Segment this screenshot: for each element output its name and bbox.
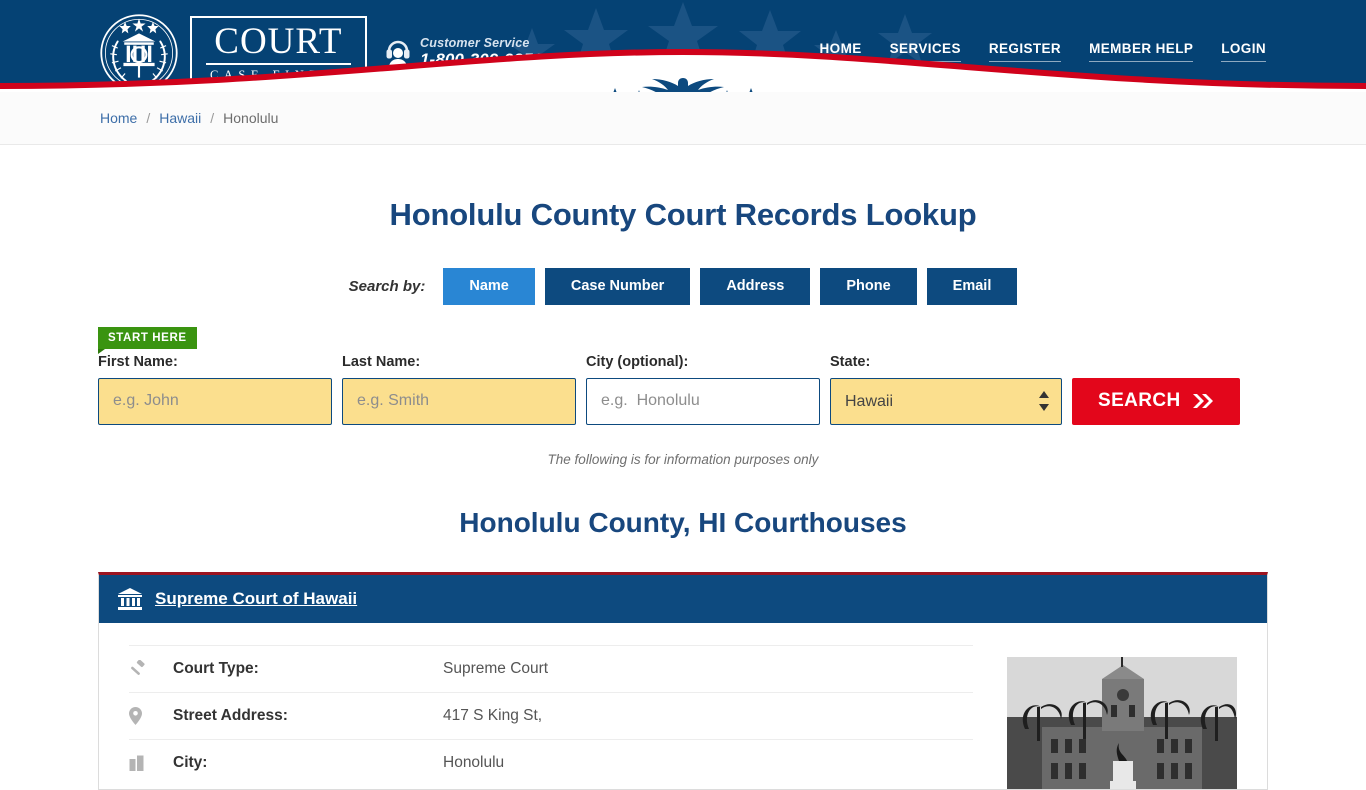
- court-card-header: Supreme Court of Hawaii: [99, 574, 1267, 623]
- gavel-icon: [129, 660, 173, 677]
- city-label: City (optional):: [586, 353, 689, 370]
- courthouse-building-icon: [118, 587, 142, 610]
- site-header: COURT CASE FINDER Customer Service 1-800…: [0, 0, 1366, 92]
- detail-row-city: City: Honolulu: [129, 738, 973, 786]
- page-title: Honolulu County Court Records Lookup: [389, 197, 977, 232]
- city-field-group: City (optional):: [586, 354, 820, 425]
- double-chevron-right-icon: [1192, 394, 1213, 408]
- detail-label: City:: [173, 753, 208, 771]
- detail-value: 417 S King St,: [443, 706, 543, 724]
- breadcrumb-item-hawaii[interactable]: Hawaii: [159, 110, 201, 126]
- tab-address[interactable]: Address: [700, 268, 811, 305]
- court-photo-frame: [1007, 656, 1237, 789]
- state-field-group: State: Hawaii: [830, 354, 1062, 425]
- search-by-label: Search by:: [348, 277, 426, 295]
- first-name-field-group: First Name:: [98, 354, 332, 425]
- breadcrumb-separator: /: [210, 110, 215, 126]
- court-card: Supreme Court of Hawaii Court Type: Supr: [98, 571, 1268, 790]
- last-name-input[interactable]: [342, 377, 576, 425]
- map-pin-icon: [129, 706, 173, 725]
- city-icon: [129, 755, 173, 771]
- start-here-badge: START HERE: [98, 326, 197, 354]
- eagle-emblem-icon: [613, 78, 753, 92]
- state-label: State:: [830, 353, 871, 370]
- first-name-label: First Name:: [98, 353, 178, 370]
- court-name-link[interactable]: Supreme Court of Hawaii: [155, 589, 357, 609]
- search-button-label: SEARCH: [1098, 390, 1181, 411]
- breadcrumb-item-home[interactable]: Home: [100, 110, 137, 126]
- detail-row-court-type: Court Type: Supreme Court: [129, 644, 973, 692]
- disclaimer-text: The following is for information purpose…: [547, 451, 819, 467]
- last-name-label: Last Name:: [342, 353, 421, 370]
- section-title: Honolulu County, HI Courthouses: [459, 506, 907, 538]
- tab-case-number[interactable]: Case Number: [544, 268, 691, 305]
- main-content: Honolulu County Court Records Lookup Sea…: [0, 197, 1366, 790]
- tab-phone[interactable]: Phone: [820, 268, 917, 305]
- search-form: START HERE First Name: Last Name: City (…: [0, 326, 1366, 425]
- search-by-tabs: Search by: Name Case Number Address Phon…: [0, 268, 1366, 305]
- court-card-body: Court Type: Supreme Court Street Address…: [99, 623, 1267, 789]
- court-photo: [1007, 645, 1237, 789]
- search-button[interactable]: SEARCH: [1072, 377, 1240, 425]
- breadcrumb-item-current: Honolulu: [223, 110, 279, 126]
- tab-name[interactable]: Name: [443, 268, 535, 305]
- detail-label: Court Type:: [173, 659, 259, 677]
- detail-row-street-address: Street Address: 417 S King St,: [129, 691, 973, 739]
- state-select[interactable]: Hawaii: [830, 377, 1062, 425]
- detail-label: Street Address:: [173, 706, 288, 724]
- breadcrumb: Home / Hawaii / Honolulu: [0, 92, 1366, 145]
- last-name-field-group: Last Name:: [342, 354, 576, 425]
- first-name-input[interactable]: [98, 377, 332, 425]
- tab-email[interactable]: Email: [926, 268, 1018, 305]
- breadcrumb-separator: /: [146, 110, 151, 126]
- detail-value: Honolulu: [443, 753, 505, 771]
- city-input[interactable]: [586, 377, 820, 425]
- detail-value: Supreme Court: [443, 659, 549, 677]
- court-detail-list: Court Type: Supreme Court Street Address…: [129, 644, 973, 789]
- courthouse-photograph: [1007, 656, 1237, 789]
